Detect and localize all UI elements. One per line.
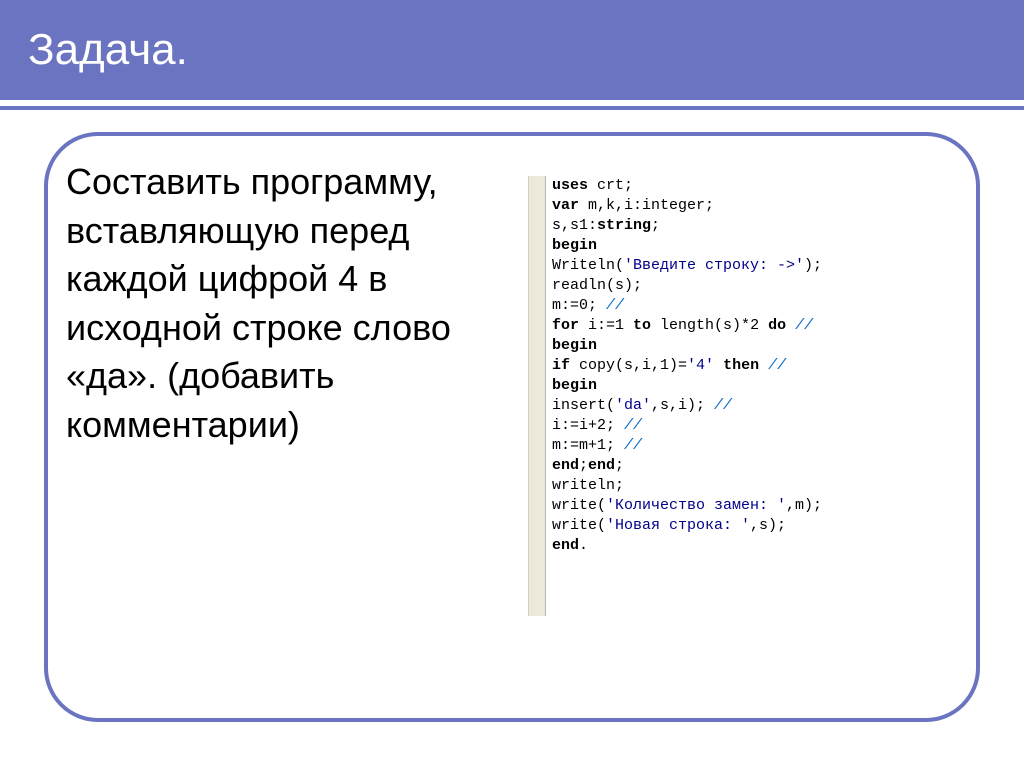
code-line: writeln; — [552, 476, 822, 496]
code-screenshot: uses crt; var m,k,i:integer; s,s1:string… — [528, 176, 958, 616]
code-line: readln(s); — [552, 276, 822, 296]
slide-title: Задача. — [28, 25, 188, 75]
code-line: m:=m+1; // — [552, 436, 822, 456]
divider — [0, 106, 1024, 110]
code-line: i:=i+2; // — [552, 416, 822, 436]
code-line: if copy(s,i,1)='4' then // — [552, 356, 822, 376]
code-line: s,s1:string; — [552, 216, 822, 236]
code-line: m:=0; // — [552, 296, 822, 316]
slide-header: Задача. — [0, 0, 1024, 100]
code-line: begin — [552, 376, 822, 396]
code-line: for i:=1 to length(s)*2 do // — [552, 316, 822, 336]
code-line: end. — [552, 536, 822, 556]
code-line: write('Количество замен: ',m); — [552, 496, 822, 516]
code-line: uses crt; — [552, 176, 822, 196]
code-line: Writeln('Введите строку: ->'); — [552, 256, 822, 276]
code-line: end;end; — [552, 456, 822, 476]
task-text: Составить программу, вставляющую перед к… — [66, 158, 486, 450]
code-line: begin — [552, 336, 822, 356]
code-content: uses crt; var m,k,i:integer; s,s1:string… — [546, 176, 822, 616]
code-line: var m,k,i:integer; — [552, 196, 822, 216]
code-line: begin — [552, 236, 822, 256]
code-line: write('Новая строка: ',s); — [552, 516, 822, 536]
editor-gutter — [528, 176, 546, 616]
code-line: insert('da',s,i); // — [552, 396, 822, 416]
